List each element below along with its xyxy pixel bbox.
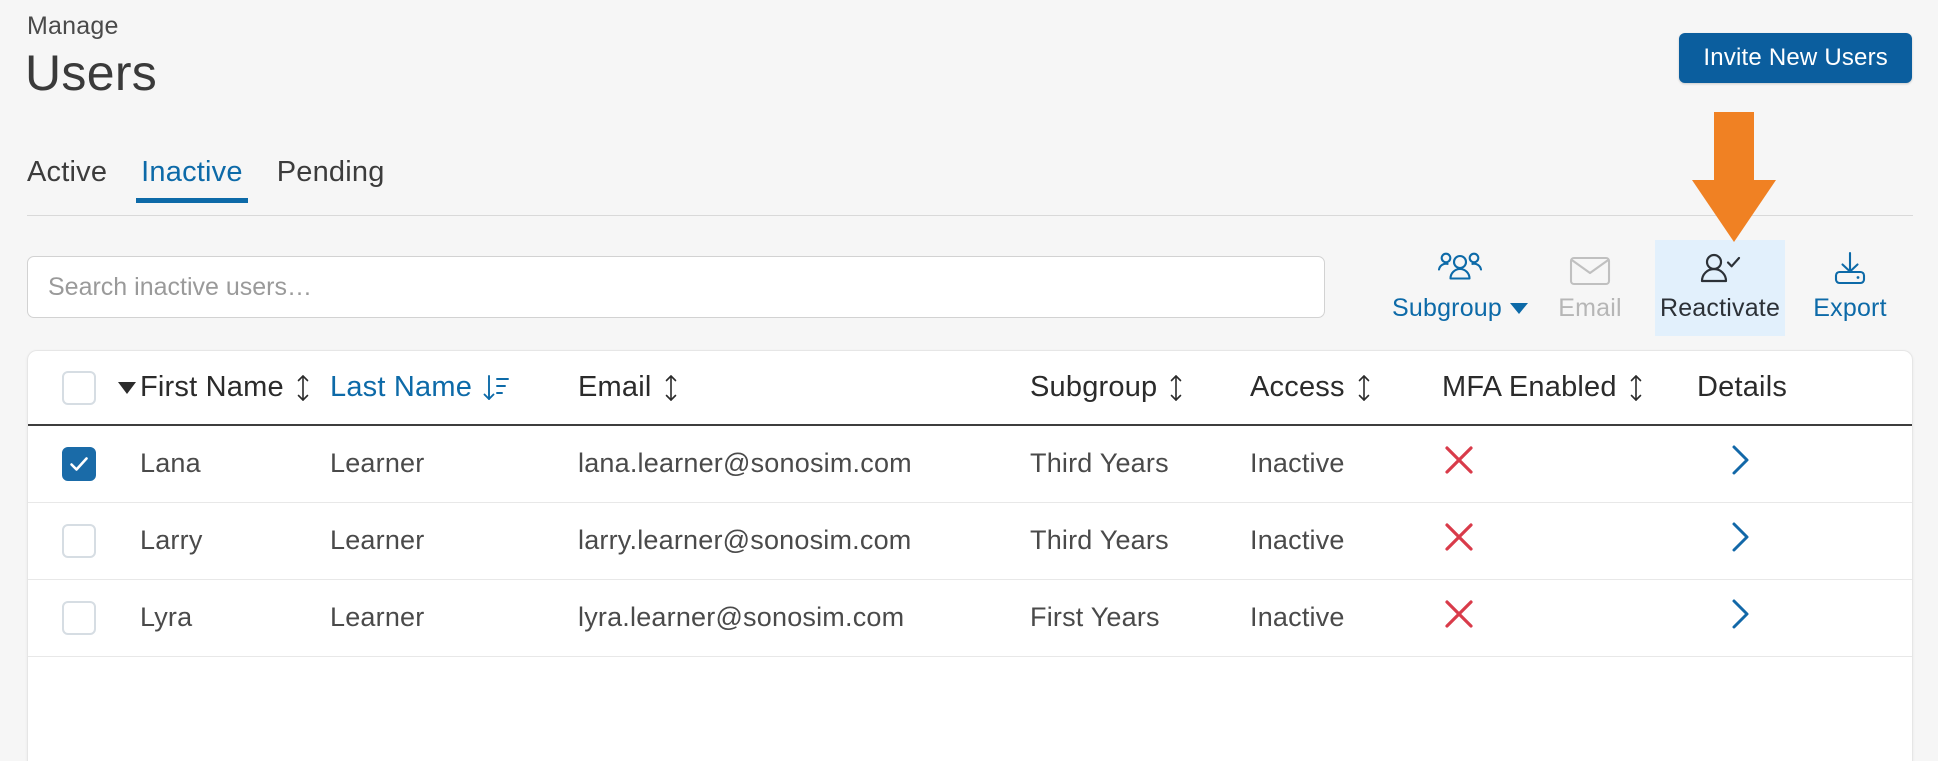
x-mark-icon bbox=[1442, 443, 1476, 477]
column-header-subgroup[interactable]: Subgroup bbox=[1030, 351, 1250, 425]
cell-access: Inactive bbox=[1250, 425, 1442, 502]
x-mark-icon bbox=[1442, 520, 1476, 554]
cell-access: Inactive bbox=[1250, 502, 1442, 579]
column-label-email: Email bbox=[578, 371, 652, 404]
row-select-cell bbox=[28, 425, 140, 502]
cell-last-name: Learner bbox=[330, 425, 578, 502]
users-management-page: Manage Users Invite New Users Active Ina… bbox=[0, 0, 1938, 761]
check-icon bbox=[67, 452, 91, 476]
cell-first-name: Lyra bbox=[140, 579, 330, 656]
cell-mfa-enabled bbox=[1442, 502, 1697, 579]
table-header-row: First Name Last Name bbox=[28, 351, 1913, 425]
select-all-header bbox=[28, 351, 140, 425]
select-all-checkbox[interactable] bbox=[62, 371, 96, 405]
column-header-details: Details bbox=[1697, 351, 1913, 425]
cell-details[interactable] bbox=[1697, 425, 1913, 502]
annotation-arrow-icon bbox=[1692, 112, 1776, 242]
cell-details[interactable] bbox=[1697, 579, 1913, 656]
column-label-subgroup: Subgroup bbox=[1030, 371, 1157, 404]
export-action-button[interactable]: Export bbox=[1785, 240, 1915, 336]
subgroup-action-label: Subgroup bbox=[1392, 294, 1528, 323]
tabs-divider bbox=[27, 215, 1913, 216]
cell-email: larry.learner@sonosim.com bbox=[578, 502, 1030, 579]
email-action-label: Email bbox=[1558, 294, 1622, 323]
cell-mfa-enabled bbox=[1442, 579, 1697, 656]
column-header-mfa-enabled[interactable]: MFA Enabled bbox=[1442, 351, 1697, 425]
users-table: First Name Last Name bbox=[28, 351, 1913, 657]
envelope-icon bbox=[1568, 246, 1612, 292]
subgroup-text: Subgroup bbox=[1392, 294, 1502, 323]
table-header: First Name Last Name bbox=[28, 351, 1913, 425]
column-header-last-name[interactable]: Last Name bbox=[330, 351, 578, 425]
row-checkbox[interactable] bbox=[62, 524, 96, 558]
page-title: Users bbox=[25, 44, 157, 102]
row-select-cell bbox=[28, 579, 140, 656]
cell-last-name: Learner bbox=[330, 579, 578, 656]
column-label-details: Details bbox=[1697, 371, 1913, 404]
bulk-actions-toolbar: Subgroup Email Reactivate bbox=[1395, 240, 1915, 336]
cell-first-name: Lana bbox=[140, 425, 330, 502]
table-row[interactable]: Larry Learner larry.learner@sonosim.com … bbox=[28, 502, 1913, 579]
cell-subgroup: Third Years bbox=[1030, 425, 1250, 502]
column-header-access[interactable]: Access bbox=[1250, 351, 1442, 425]
column-label-first-name: First Name bbox=[140, 371, 284, 404]
column-label-mfa-enabled: MFA Enabled bbox=[1442, 371, 1617, 404]
cell-last-name: Learner bbox=[330, 502, 578, 579]
group-users-icon bbox=[1437, 246, 1483, 292]
table-row[interactable]: Lyra Learner lyra.learner@sonosim.com Fi… bbox=[28, 579, 1913, 656]
user-check-icon bbox=[1697, 246, 1743, 292]
row-checkbox[interactable] bbox=[62, 601, 96, 635]
x-mark-icon bbox=[1442, 597, 1476, 631]
column-header-first-name[interactable]: First Name bbox=[140, 351, 330, 425]
table-body: Lana Learner lana.learner@sonosim.com Th… bbox=[28, 425, 1913, 656]
sort-updown-icon bbox=[1627, 373, 1645, 403]
tab-active[interactable]: Active bbox=[27, 156, 124, 203]
cell-email: lana.learner@sonosim.com bbox=[578, 425, 1030, 502]
sort-descending-icon bbox=[482, 373, 510, 403]
search-input[interactable] bbox=[27, 256, 1325, 318]
arrow-head bbox=[1692, 180, 1776, 242]
cell-subgroup: First Years bbox=[1030, 579, 1250, 656]
selection-menu-chevron-down-icon[interactable] bbox=[118, 382, 136, 394]
email-action-button[interactable]: Email bbox=[1525, 240, 1655, 336]
breadcrumb: Manage bbox=[27, 12, 119, 41]
download-save-icon bbox=[1829, 246, 1871, 292]
cell-access: Inactive bbox=[1250, 579, 1442, 656]
invite-new-users-button[interactable]: Invite New Users bbox=[1679, 33, 1912, 83]
sort-updown-icon bbox=[1167, 373, 1185, 403]
arrow-shaft bbox=[1714, 112, 1754, 182]
sort-updown-icon bbox=[662, 373, 680, 403]
tab-inactive[interactable]: Inactive bbox=[124, 156, 260, 203]
users-table-card: First Name Last Name bbox=[27, 350, 1913, 761]
column-header-email[interactable]: Email bbox=[578, 351, 1030, 425]
row-select-cell bbox=[28, 502, 140, 579]
chevron-right-icon[interactable] bbox=[1727, 520, 1753, 554]
cell-email: lyra.learner@sonosim.com bbox=[578, 579, 1030, 656]
column-label-last-name: Last Name bbox=[330, 371, 472, 404]
sort-updown-icon bbox=[1355, 373, 1373, 403]
export-action-label: Export bbox=[1813, 294, 1886, 323]
tab-pending[interactable]: Pending bbox=[260, 156, 402, 203]
cell-details[interactable] bbox=[1697, 502, 1913, 579]
cell-first-name: Larry bbox=[140, 502, 330, 579]
cell-subgroup: Third Years bbox=[1030, 502, 1250, 579]
user-status-tabs: Active Inactive Pending bbox=[27, 156, 402, 203]
reactivate-action-button[interactable]: Reactivate bbox=[1655, 240, 1785, 336]
table-row[interactable]: Lana Learner lana.learner@sonosim.com Th… bbox=[28, 425, 1913, 502]
reactivate-action-label: Reactivate bbox=[1660, 294, 1780, 323]
sort-updown-icon bbox=[294, 373, 312, 403]
column-label-access: Access bbox=[1250, 371, 1345, 404]
row-checkbox[interactable] bbox=[62, 447, 96, 481]
cell-mfa-enabled bbox=[1442, 425, 1697, 502]
subgroup-action-button[interactable]: Subgroup bbox=[1395, 240, 1525, 336]
chevron-right-icon[interactable] bbox=[1727, 597, 1753, 631]
chevron-right-icon[interactable] bbox=[1727, 443, 1753, 477]
